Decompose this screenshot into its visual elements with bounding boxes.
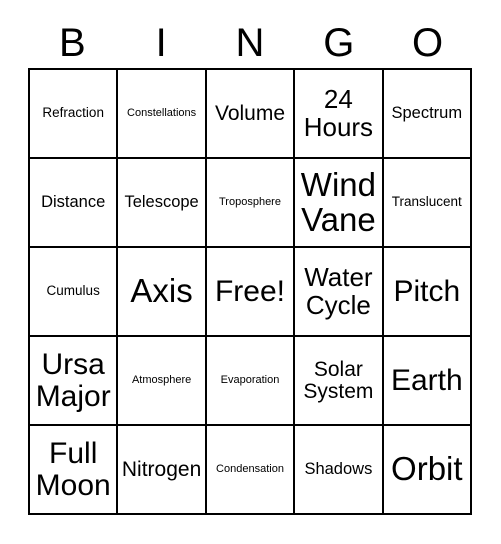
bingo-cell-label: Nitrogen [121, 457, 202, 481]
bingo-free-cell[interactable]: Free! [206, 248, 296, 337]
bingo-cell-label: Orbit [391, 450, 463, 488]
bingo-cell[interactable]: Orbit [383, 426, 472, 515]
bingo-cell[interactable]: Earth [383, 337, 472, 426]
bingo-cell-label: Troposphere [219, 195, 281, 208]
bingo-cell-label: Cumulus [46, 283, 100, 299]
bingo-cell-label: Wind Vane [300, 166, 376, 238]
bingo-cell[interactable]: Evaporation [206, 337, 296, 426]
bingo-cell-label: Free! [214, 274, 285, 308]
bingo-cell-label: Volume [214, 101, 286, 125]
bingo-cell-label: Atmosphere [131, 373, 192, 386]
bingo-cell-label: Constellations [127, 106, 197, 119]
bingo-cell-label: Pitch [393, 274, 461, 308]
bingo-cell[interactable]: Spectrum [383, 70, 472, 159]
bingo-cell[interactable]: Ursa Major [30, 337, 119, 426]
bingo-cell[interactable]: Solar System [295, 337, 384, 426]
bingo-header-letter-n: N [235, 21, 265, 65]
bingo-cell[interactable]: Shadows [295, 426, 384, 515]
bingo-cell[interactable]: Water Cycle [295, 248, 384, 337]
bingo-cell[interactable]: Volume [206, 70, 296, 159]
bingo-cell[interactable]: Atmosphere [118, 337, 207, 426]
bingo-cell-label: Telescope [124, 192, 199, 211]
bingo-cell[interactable]: Axis [118, 248, 207, 337]
bingo-cell-label: Condensation [216, 462, 284, 475]
bingo-header-letter-b: B [59, 21, 86, 65]
bingo-cell-label: 24 Hours [303, 84, 374, 142]
bingo-grid: Refraction Constellations Volume 24 Hours Sp… [28, 68, 472, 515]
bingo-header-letter-i: I [155, 21, 167, 65]
bingo-cell[interactable]: Wind Vane [295, 159, 384, 248]
bingo-cell-label: Axis [130, 272, 193, 310]
bingo-cell[interactable]: Full Moon [30, 426, 119, 515]
bingo-cell[interactable]: Nitrogen [118, 426, 207, 515]
bingo-cell[interactable]: Cumulus [30, 248, 119, 337]
bingo-cell-label: Evaporation [220, 373, 280, 386]
bingo-header-letter-o: O [412, 21, 444, 65]
bingo-cell-label: Shadows [304, 459, 373, 478]
bingo-cell-label: Refraction [42, 105, 104, 121]
bingo-cell-label: Solar System [303, 357, 374, 403]
bingo-cell-label: Full Moon [35, 437, 111, 502]
bingo-cell[interactable]: Telescope [118, 159, 207, 248]
bingo-cell-label: Translucent [391, 194, 462, 210]
bingo-cell[interactable]: Condensation [206, 426, 296, 515]
bingo-cell-label: Spectrum [391, 103, 463, 122]
bingo-cell[interactable]: Refraction [30, 70, 119, 159]
bingo-cell[interactable]: Translucent [383, 159, 472, 248]
bingo-header-row: BINGO [28, 18, 472, 68]
bingo-cell[interactable]: Constellations [118, 70, 207, 159]
bingo-cell[interactable]: Troposphere [206, 159, 296, 248]
bingo-cell-label: Water Cycle [304, 262, 373, 320]
bingo-cell[interactable]: Distance [30, 159, 119, 248]
bingo-cell-label: Distance [41, 192, 106, 211]
bingo-card: B I N G O Refraction Constellations Volume 24 H… [0, 0, 501, 544]
bingo-cell-label: Ursa Major [35, 348, 111, 413]
bingo-header-letter-g: G [323, 21, 355, 65]
bingo-cell-label: Earth [390, 363, 463, 397]
bingo-cell[interactable]: 24 Hours [295, 70, 384, 159]
bingo-cell[interactable]: Pitch [383, 248, 472, 337]
